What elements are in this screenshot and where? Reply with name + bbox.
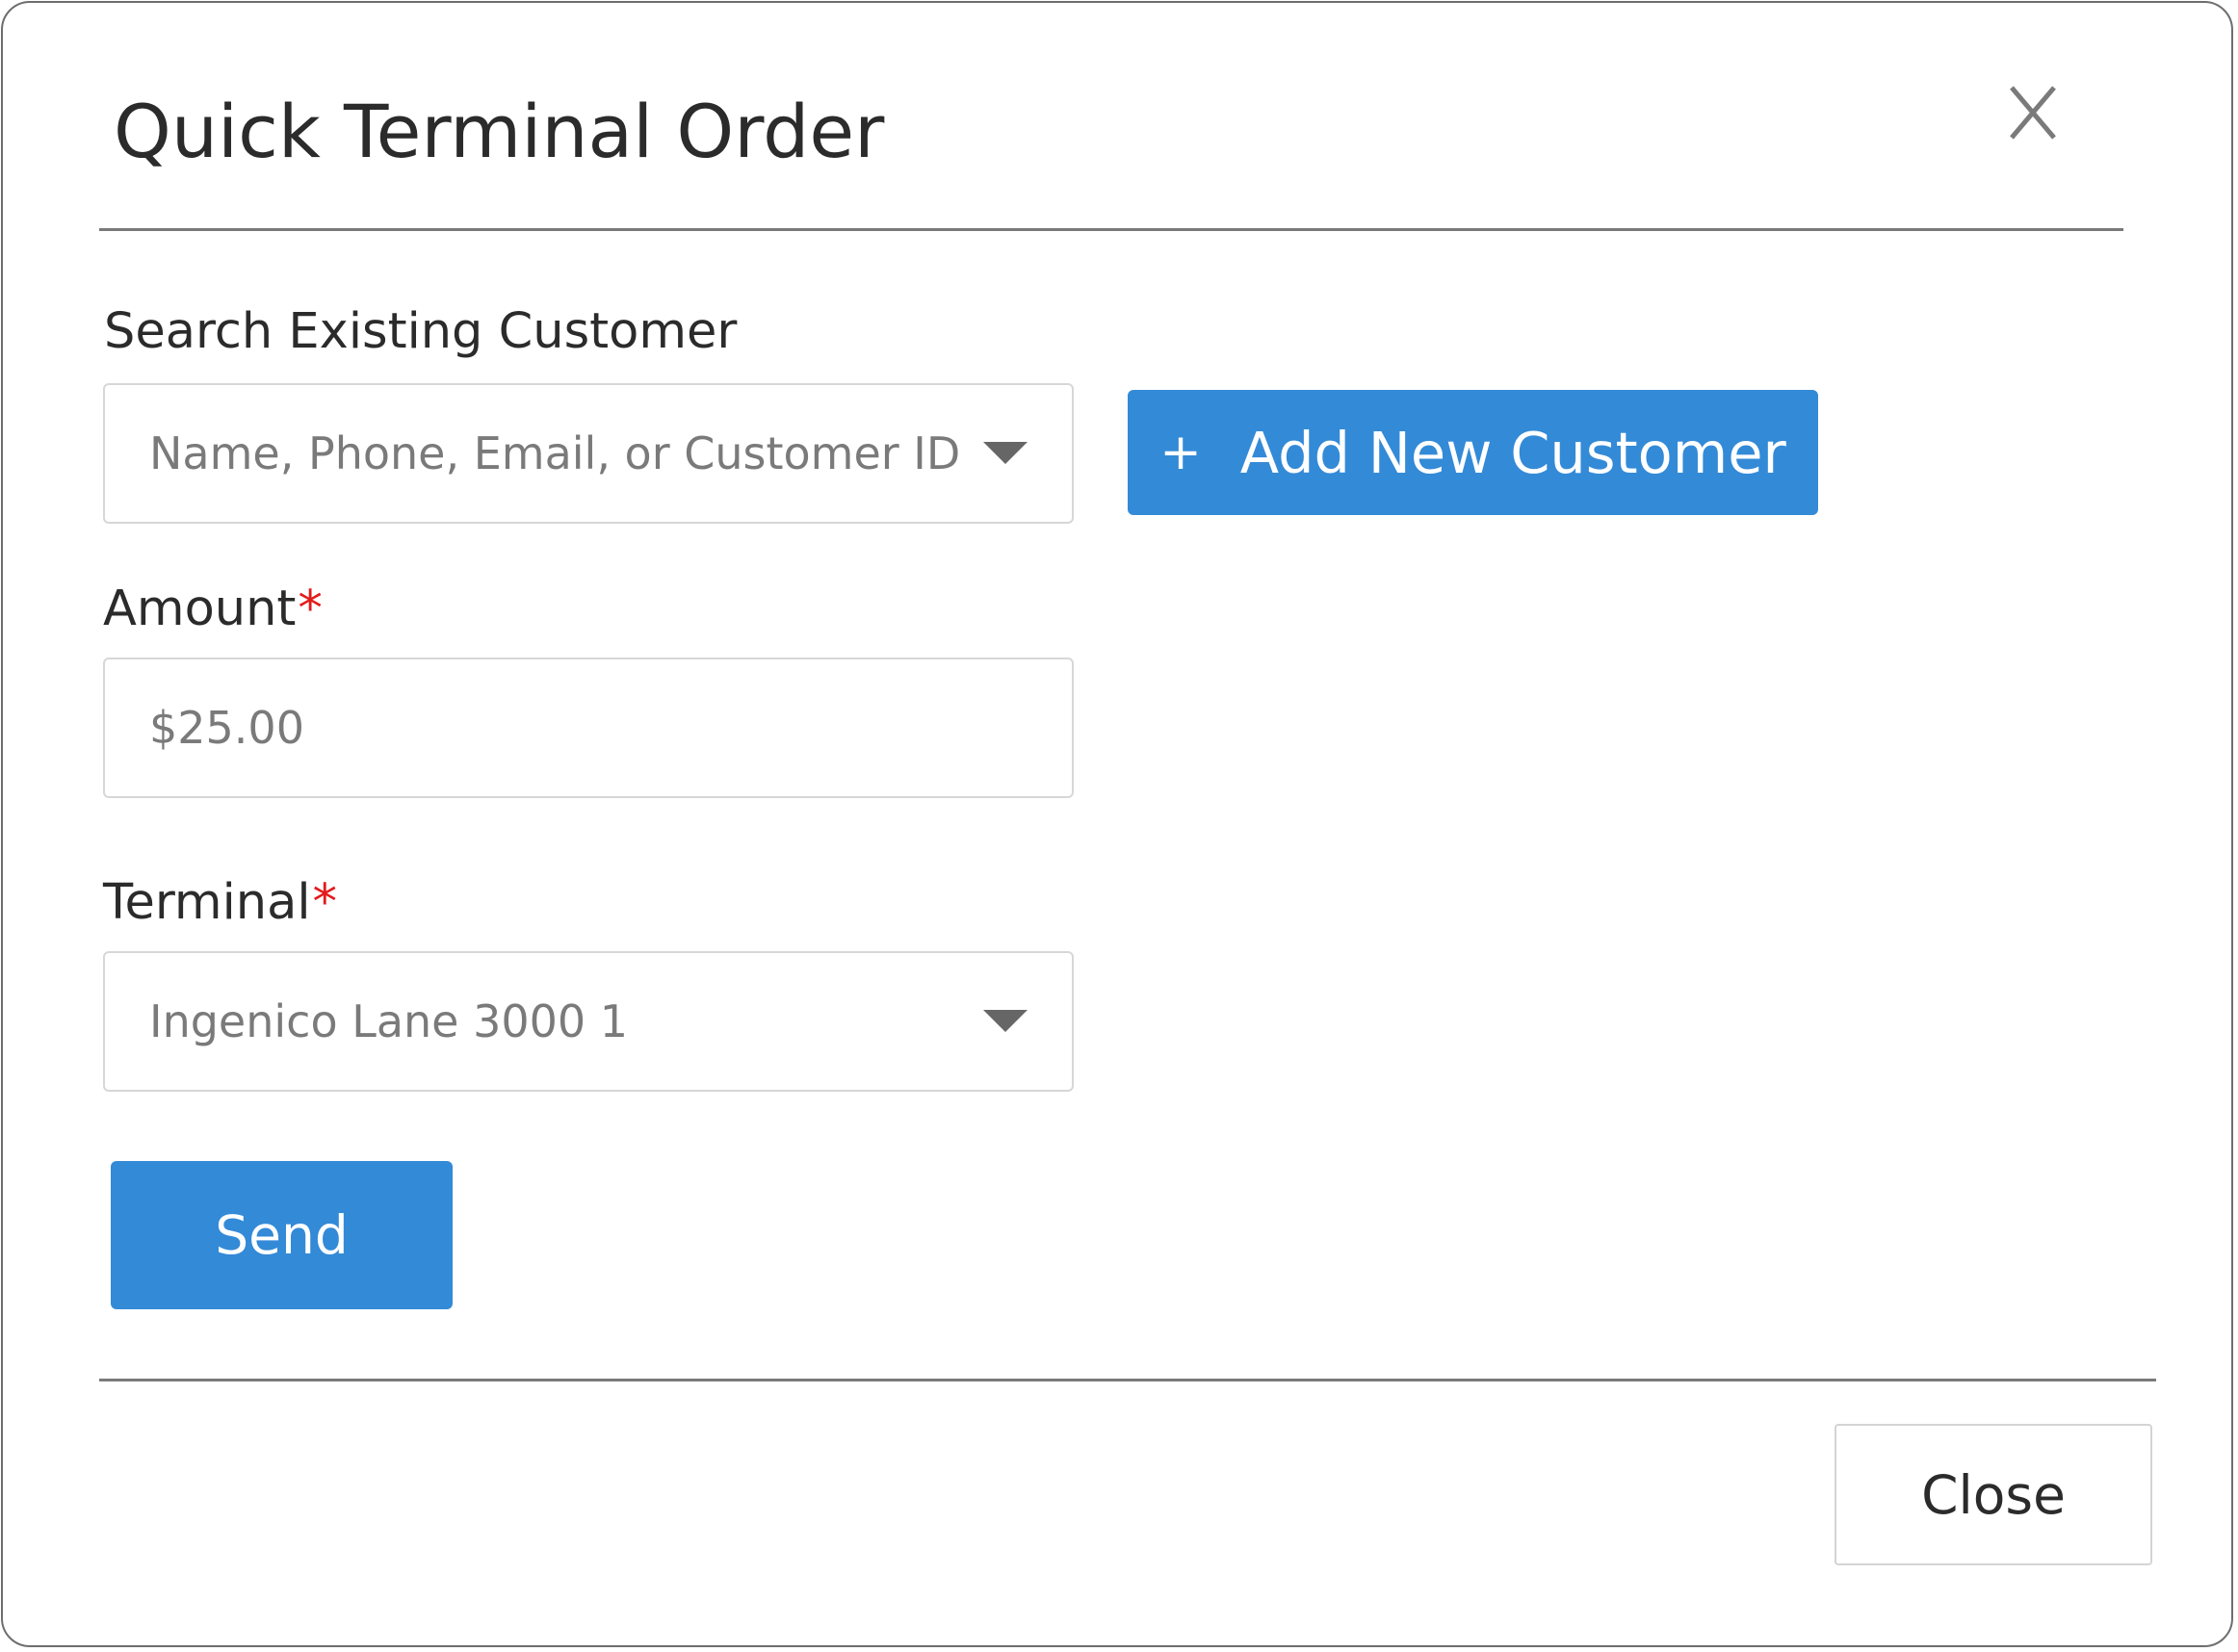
customer-search-select[interactable]: Name, Phone, Email, or Customer ID: [103, 383, 1074, 524]
plus-icon: +: [1159, 424, 1202, 481]
required-marker: *: [298, 581, 323, 637]
quick-terminal-order-dialog: Quick Terminal Order Search Existing Cus…: [1, 1, 2233, 1647]
add-new-customer-button[interactable]: + Add New Customer: [1128, 390, 1818, 515]
close-button[interactable]: Close: [1835, 1424, 2152, 1565]
terminal-select[interactable]: Ingenico Lane 3000 1: [103, 951, 1074, 1092]
chevron-down-icon: [983, 442, 1028, 464]
send-button[interactable]: Send: [111, 1161, 453, 1309]
amount-input[interactable]: $25.00: [103, 658, 1074, 798]
customer-search-placeholder: Name, Phone, Email, or Customer ID: [149, 427, 961, 479]
terminal-label: Terminal*: [103, 878, 337, 927]
footer-divider: [99, 1379, 2156, 1381]
required-marker: *: [312, 874, 338, 931]
dialog-title: Quick Terminal Order: [114, 89, 885, 174]
amount-label: Amount*: [103, 584, 323, 633]
search-customer-label: Search Existing Customer: [104, 303, 738, 360]
amount-value: $25.00: [149, 702, 304, 754]
terminal-label-text: Terminal: [103, 874, 311, 931]
amount-label-text: Amount: [103, 581, 297, 637]
chevron-down-icon: [983, 1010, 1028, 1032]
add-new-customer-label: Add New Customer: [1239, 419, 1786, 486]
terminal-selected-value: Ingenico Lane 3000 1: [149, 995, 629, 1047]
header-divider: [99, 228, 2123, 231]
close-x-icon[interactable]: [2008, 84, 2058, 142]
